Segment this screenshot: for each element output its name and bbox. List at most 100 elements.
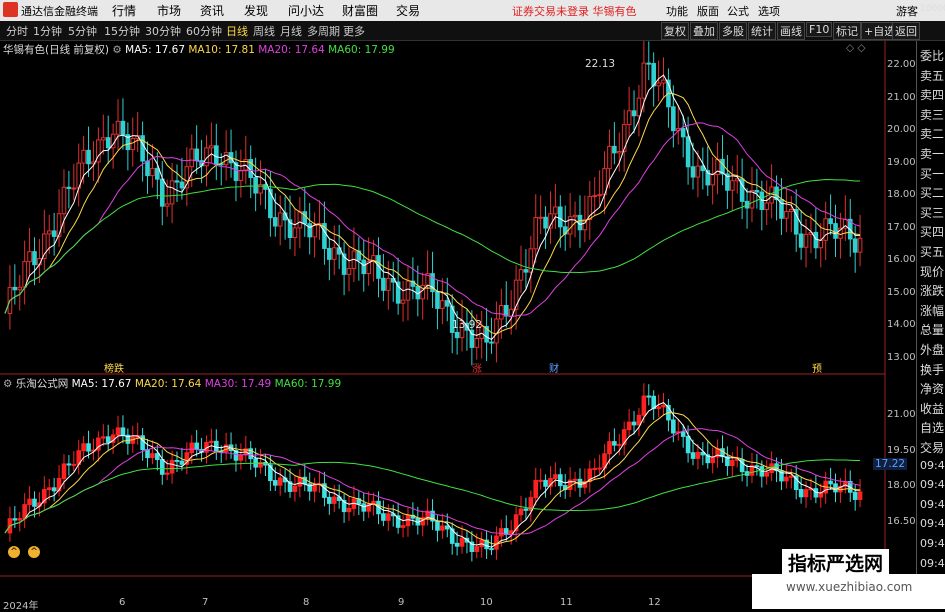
main-candle — [272, 217, 278, 227]
main-candle — [277, 212, 283, 227]
panel-item[interactable]: 自选 — [920, 419, 944, 436]
panel-item[interactable]: 交易 — [920, 439, 944, 456]
period-more[interactable]: 更多 — [343, 23, 365, 39]
panel-item[interactable]: 收益 — [920, 400, 944, 417]
panel-item[interactable]: 09:44 — [920, 557, 945, 570]
sub-y-tick: 19.50 — [887, 444, 916, 456]
main-candle — [209, 145, 214, 149]
menu-xuanxiang[interactable]: 选项 — [758, 3, 780, 19]
event-tag-zhang[interactable]: 涨 — [472, 360, 482, 375]
panel-item[interactable]: 净资 — [920, 380, 944, 397]
main-candle — [616, 150, 622, 154]
event-tag-bangdie[interactable]: 榜跌 — [104, 360, 124, 375]
panel-item[interactable]: 总量 — [920, 321, 944, 338]
menu-caifuquan[interactable]: 财富圈 — [342, 2, 378, 19]
menu-gongneng[interactable]: 功能 — [666, 3, 688, 19]
diejia-button[interactable]: 叠加 — [690, 22, 718, 40]
main-candle — [361, 259, 367, 275]
main-candle — [523, 269, 529, 273]
period-15min[interactable]: 15分钟 — [104, 23, 140, 39]
x-label: 7 — [202, 597, 209, 608]
main-candle — [174, 180, 180, 183]
y-tick: 18.00 — [887, 189, 916, 200]
panel-item[interactable]: 09:43 — [920, 459, 945, 472]
event-tag-cai[interactable]: 财 — [549, 360, 559, 375]
main-candle — [327, 247, 332, 260]
period-60min[interactable]: 60分钟 — [186, 23, 222, 39]
panel-item[interactable]: 涨跌 — [920, 282, 944, 299]
sub-candle — [435, 520, 440, 531]
sub-candle — [533, 480, 539, 499]
menu-hangqing[interactable]: 行情 — [112, 2, 136, 19]
sub-candle — [272, 480, 278, 486]
main-candle — [621, 124, 627, 152]
duogu-button[interactable]: 多股 — [719, 22, 747, 40]
fuquan-button[interactable]: 复权 — [661, 22, 689, 40]
event-tag-yu[interactable]: 预 — [812, 360, 822, 375]
panel-item[interactable]: 卖一 — [920, 145, 944, 162]
main-candle — [297, 211, 303, 229]
f10-button[interactable]: F10 — [806, 22, 833, 37]
panel-item[interactable]: 买五 — [920, 243, 944, 260]
main-candle — [690, 166, 696, 178]
menu-zixun[interactable]: 资讯 — [200, 2, 224, 19]
sub-ma5-label: MA5: 17.67 — [71, 378, 132, 390]
panel-item[interactable]: 09:43 — [920, 517, 945, 530]
panel-item[interactable]: 涨幅 — [920, 302, 944, 319]
menu-faxian[interactable]: 发现 — [244, 2, 268, 19]
panel-item[interactable]: 卖五 — [920, 67, 944, 84]
main-candle — [405, 280, 411, 301]
sub-candle — [32, 498, 37, 507]
period-5min[interactable]: 5分钟 — [68, 23, 97, 39]
menu-gongshi[interactable]: 公式 — [727, 3, 749, 19]
panel-item[interactable]: 09:43 — [920, 478, 945, 491]
huaxian-button[interactable]: 画线 — [777, 22, 805, 40]
login-notice[interactable]: 证券交易未登录 华锡有色 — [512, 3, 637, 19]
sub-y-tick: 18.00 — [887, 480, 916, 491]
guest-button[interactable]: 游客 — [896, 3, 918, 19]
buy-signal-icon: ^ — [28, 546, 40, 558]
panel-item[interactable]: 买一 — [920, 165, 944, 182]
panel-item[interactable]: 买四 — [920, 223, 944, 240]
main-candle — [788, 208, 794, 213]
panel-item[interactable]: 卖二 — [920, 125, 944, 142]
menu-jiaoyi[interactable]: 交易 — [396, 2, 420, 19]
period-multi[interactable]: 多周期 — [307, 23, 340, 39]
sub-candle — [459, 537, 465, 547]
panel-item[interactable]: 现价 — [920, 263, 944, 280]
period-daily[interactable]: 日线 — [226, 23, 248, 39]
back-button[interactable]: 返回 — [892, 22, 920, 40]
biaoji-button[interactable]: 标记 — [833, 22, 861, 40]
sub-indicator-name[interactable]: 乐淘公式网 — [16, 378, 69, 390]
main-candle — [572, 214, 578, 218]
tongji-button[interactable]: 统计 — [748, 22, 776, 40]
panel-item[interactable]: 委比 — [920, 47, 944, 64]
main-candle — [833, 223, 838, 239]
panel-item[interactable]: 买二 — [920, 184, 944, 201]
sub-candle — [292, 485, 298, 492]
panel-item[interactable]: 卖四 — [920, 86, 944, 103]
panel-item[interactable]: 09:43 — [920, 498, 945, 511]
menu-wenxiaoda[interactable]: 问小达 — [288, 2, 324, 19]
sub-settings-gear-icon[interactable]: ⚙ — [3, 378, 12, 390]
menu-banmian[interactable]: 版面 — [697, 3, 719, 19]
main-candle — [71, 187, 77, 190]
period-weekly[interactable]: 周线 — [253, 23, 275, 39]
menu-shichang[interactable]: 市场 — [157, 2, 181, 19]
panel-item[interactable]: 外盘 — [920, 341, 944, 358]
panel-item[interactable]: 买三 — [920, 204, 944, 221]
main-candle — [651, 63, 656, 87]
period-fenshi[interactable]: 分时 — [6, 23, 28, 39]
main-candle — [292, 227, 298, 239]
sub-candle — [833, 483, 838, 493]
panel-item[interactable]: 卖三 — [920, 106, 944, 123]
main-candle — [86, 149, 91, 165]
period-1min[interactable]: 1分钟 — [33, 23, 62, 39]
y-tick: 19.00 — [887, 156, 916, 168]
main-candle — [223, 152, 229, 166]
panel-item[interactable]: 换手 — [920, 361, 944, 378]
panel-item[interactable]: 09:43 — [920, 537, 945, 550]
period-30min[interactable]: 30分钟 — [145, 23, 181, 39]
period-monthly[interactable]: 月线 — [280, 23, 302, 39]
sub-candle — [115, 427, 121, 436]
